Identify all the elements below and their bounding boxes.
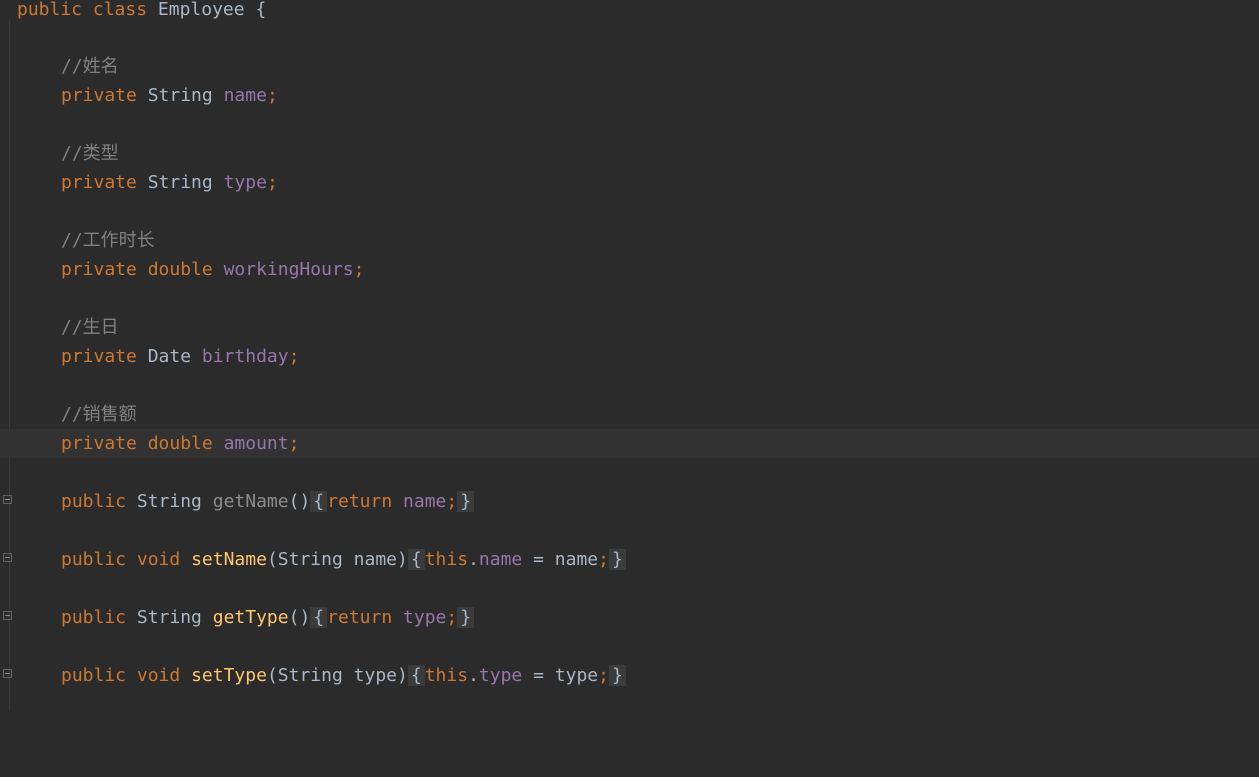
fold-toggle-icon[interactable]: [3, 611, 12, 620]
comment: //销售额: [61, 404, 137, 425]
dot: .: [468, 549, 479, 570]
params: (): [288, 607, 311, 628]
code-line-method-get-name[interactable]: public String getName(){return name;}: [0, 487, 1259, 516]
field-ref: type: [478, 665, 523, 686]
field-type: double: [147, 433, 213, 454]
folded-body-open[interactable]: {: [310, 491, 328, 512]
assign-op: =: [522, 665, 555, 686]
class-name: Employee: [157, 0, 245, 20]
semicolon: ;: [288, 346, 300, 367]
field-modifier: private: [61, 433, 137, 454]
fold-toggle-icon[interactable]: [3, 553, 12, 562]
field-type: String: [147, 85, 213, 106]
dot: .: [468, 665, 479, 686]
code-line-method-get-type[interactable]: public String getType(){return type;}: [0, 603, 1259, 632]
method-modifier: public: [61, 607, 127, 628]
keyword-this: this: [424, 665, 469, 686]
field-type: String: [147, 172, 213, 193]
field-ref: type: [403, 607, 447, 628]
method-modifier: public: [61, 549, 127, 570]
code-line-comment-type[interactable]: //类型: [0, 139, 1259, 168]
value: type: [554, 665, 599, 686]
semicolon: ;: [598, 549, 609, 570]
field-name: type: [223, 172, 267, 193]
return-type: void: [136, 549, 181, 570]
param-type: String: [277, 665, 343, 686]
param-type: String: [277, 549, 343, 570]
code-line-field-working-hours[interactable]: private double workingHours;: [0, 255, 1259, 284]
semicolon: ;: [598, 665, 609, 686]
method-name: setName: [191, 549, 267, 570]
fold-toggle-icon[interactable]: [3, 669, 12, 678]
field-name: amount: [223, 433, 289, 454]
paren-open: (: [266, 549, 278, 570]
semicolon: ;: [446, 491, 458, 512]
param-name: name: [353, 549, 398, 570]
return-type: void: [136, 665, 181, 686]
method-modifier: public: [61, 665, 127, 686]
assign-op: =: [522, 549, 555, 570]
code-line-field-type[interactable]: private String type;: [0, 168, 1259, 197]
code-line-comment-name[interactable]: //姓名: [0, 52, 1259, 81]
field-type: Date: [147, 346, 192, 367]
keyword-class: class: [92, 0, 148, 20]
comment: //姓名: [61, 56, 119, 77]
field-modifier: private: [61, 346, 137, 367]
semicolon: ;: [266, 85, 278, 106]
code-line-field-birthday[interactable]: private Date birthday;: [0, 342, 1259, 371]
field-type: double: [147, 259, 213, 280]
folded-body-open[interactable]: {: [407, 665, 425, 686]
code-editor[interactable]: public class Employee { //姓名 private Str…: [0, 0, 1259, 710]
code-line-comment-birthday[interactable]: //生日: [0, 313, 1259, 342]
folded-body-close[interactable]: }: [457, 607, 475, 628]
open-brace: {: [255, 0, 267, 20]
comment: //生日: [61, 317, 119, 338]
paren-open: (: [266, 665, 278, 686]
field-modifier: private: [61, 172, 137, 193]
semicolon: ;: [353, 259, 365, 280]
return-type: String: [136, 607, 202, 628]
return-type: String: [136, 491, 202, 512]
paren-close: ): [397, 665, 408, 686]
value: name: [554, 549, 599, 570]
fold-toggle-icon[interactable]: [3, 495, 12, 504]
code-line-method-set-name[interactable]: public void setName(String name){this.na…: [0, 545, 1259, 574]
folded-body-open[interactable]: {: [310, 607, 328, 628]
keyword-return: return: [327, 607, 393, 628]
method-name: setType: [191, 665, 267, 686]
code-line-comment-amount[interactable]: //销售额: [0, 400, 1259, 429]
semicolon: ;: [446, 607, 458, 628]
semicolon: ;: [288, 433, 300, 454]
params: (): [288, 491, 311, 512]
comment: //类型: [61, 143, 119, 164]
code-line-method-set-type[interactable]: public void setType(String type){this.ty…: [0, 661, 1259, 690]
field-modifier: private: [61, 259, 137, 280]
code-line-class-declaration[interactable]: public class Employee {: [0, 0, 1259, 24]
param-name: type: [353, 665, 398, 686]
method-modifier: public: [61, 491, 127, 512]
semicolon: ;: [266, 172, 278, 193]
comment: //工作时长: [61, 230, 155, 251]
keyword-this: this: [424, 549, 469, 570]
folded-body-close[interactable]: }: [608, 665, 626, 686]
field-modifier: private: [61, 85, 137, 106]
folded-body-close[interactable]: }: [608, 549, 626, 570]
code-line-comment-working-hours[interactable]: //工作时长: [0, 226, 1259, 255]
keyword-public: public: [17, 0, 83, 20]
paren-close: ): [397, 549, 408, 570]
method-name: getType: [212, 607, 289, 628]
field-ref: name: [478, 549, 523, 570]
code-line-field-amount-current[interactable]: private double amount;: [0, 429, 1259, 458]
folded-body-open[interactable]: {: [407, 549, 425, 570]
field-name: name: [223, 85, 267, 106]
field-name: workingHours: [223, 259, 354, 280]
method-name: getName: [212, 491, 289, 512]
code-line-field-name[interactable]: private String name;: [0, 81, 1259, 110]
field-ref: name: [403, 491, 447, 512]
field-name: birthday: [201, 346, 289, 367]
keyword-return: return: [327, 491, 393, 512]
folded-body-close[interactable]: }: [457, 491, 475, 512]
